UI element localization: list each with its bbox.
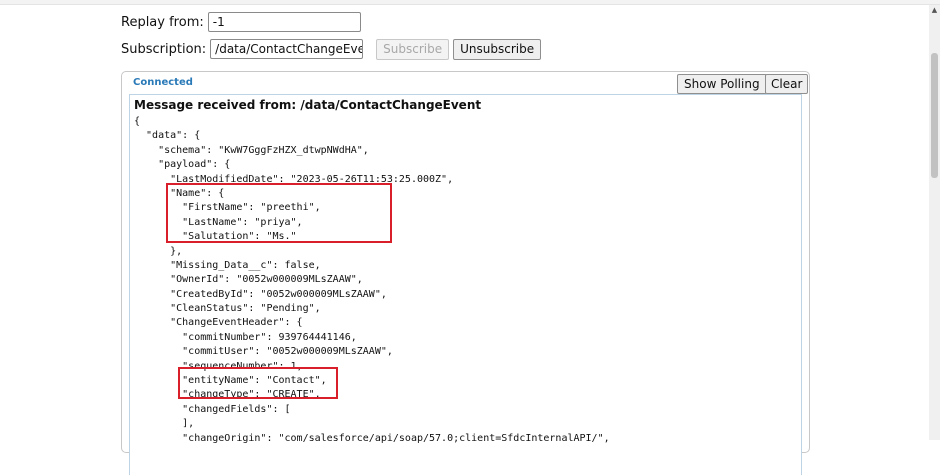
replay-row: Replay from: -1 xyxy=(121,11,361,33)
subscription-input[interactable]: /data/ContactChangeEvent xyxy=(210,39,364,59)
message-log[interactable]: Message received from: /data/ContactChan… xyxy=(129,94,802,475)
message-title: Message received from: /data/ContactChan… xyxy=(134,98,482,112)
json-line: "data": { xyxy=(134,130,201,142)
json-line: "changeOrigin": "com/salesforce/api/soap… xyxy=(134,432,610,444)
json-line: "Missing_Data__c": false, xyxy=(134,259,321,271)
json-line: ], xyxy=(134,418,195,430)
json-line: "ChangeEventHeader": { xyxy=(134,317,303,329)
json-line: { xyxy=(134,116,141,127)
subscription-row: Subscription: /data/ContactChangeEvent S… xyxy=(121,38,542,60)
replay-from-label: Replay from: xyxy=(121,14,204,30)
page-scrollbar[interactable]: ▲ xyxy=(929,5,940,440)
json-line: }, xyxy=(134,245,183,257)
clear-button[interactable]: Clear xyxy=(765,74,809,94)
top-border xyxy=(0,0,940,5)
replay-from-input[interactable]: -1 xyxy=(207,12,361,32)
json-line: "commitUser": "0052w000009MLsZAAW", xyxy=(134,346,393,358)
scroll-up-arrow-icon[interactable]: ▲ xyxy=(929,5,940,16)
name-highlight-box xyxy=(166,183,392,243)
json-line: "CleanStatus": "Pending", xyxy=(134,303,321,315)
json-line: "OwnerId": "0052w000009MLsZAAW", xyxy=(134,274,363,286)
json-line: "schema": "KwW7GggFzHZX_dtwpNWdHA", xyxy=(134,144,369,156)
json-line: "CreatedById": "0052w000009MLsZAAW", xyxy=(134,288,387,300)
entity-highlight-box xyxy=(178,367,338,399)
show-polling-button[interactable]: Show Polling xyxy=(677,74,767,94)
unsubscribe-button[interactable]: Unsubscribe xyxy=(453,38,542,60)
subscription-label: Subscription: xyxy=(121,41,207,57)
json-line: "commitNumber": 939764441146, xyxy=(134,331,357,343)
messages-panel: Connected Show Polling Clear Message rec… xyxy=(121,71,810,475)
subscribe-button[interactable]: Subscribe xyxy=(376,38,450,60)
json-line: "changedFields": [ xyxy=(134,403,291,415)
json-line: "payload": { xyxy=(134,159,231,171)
connection-status: Connected xyxy=(133,77,193,88)
scroll-thumb[interactable] xyxy=(931,53,938,178)
